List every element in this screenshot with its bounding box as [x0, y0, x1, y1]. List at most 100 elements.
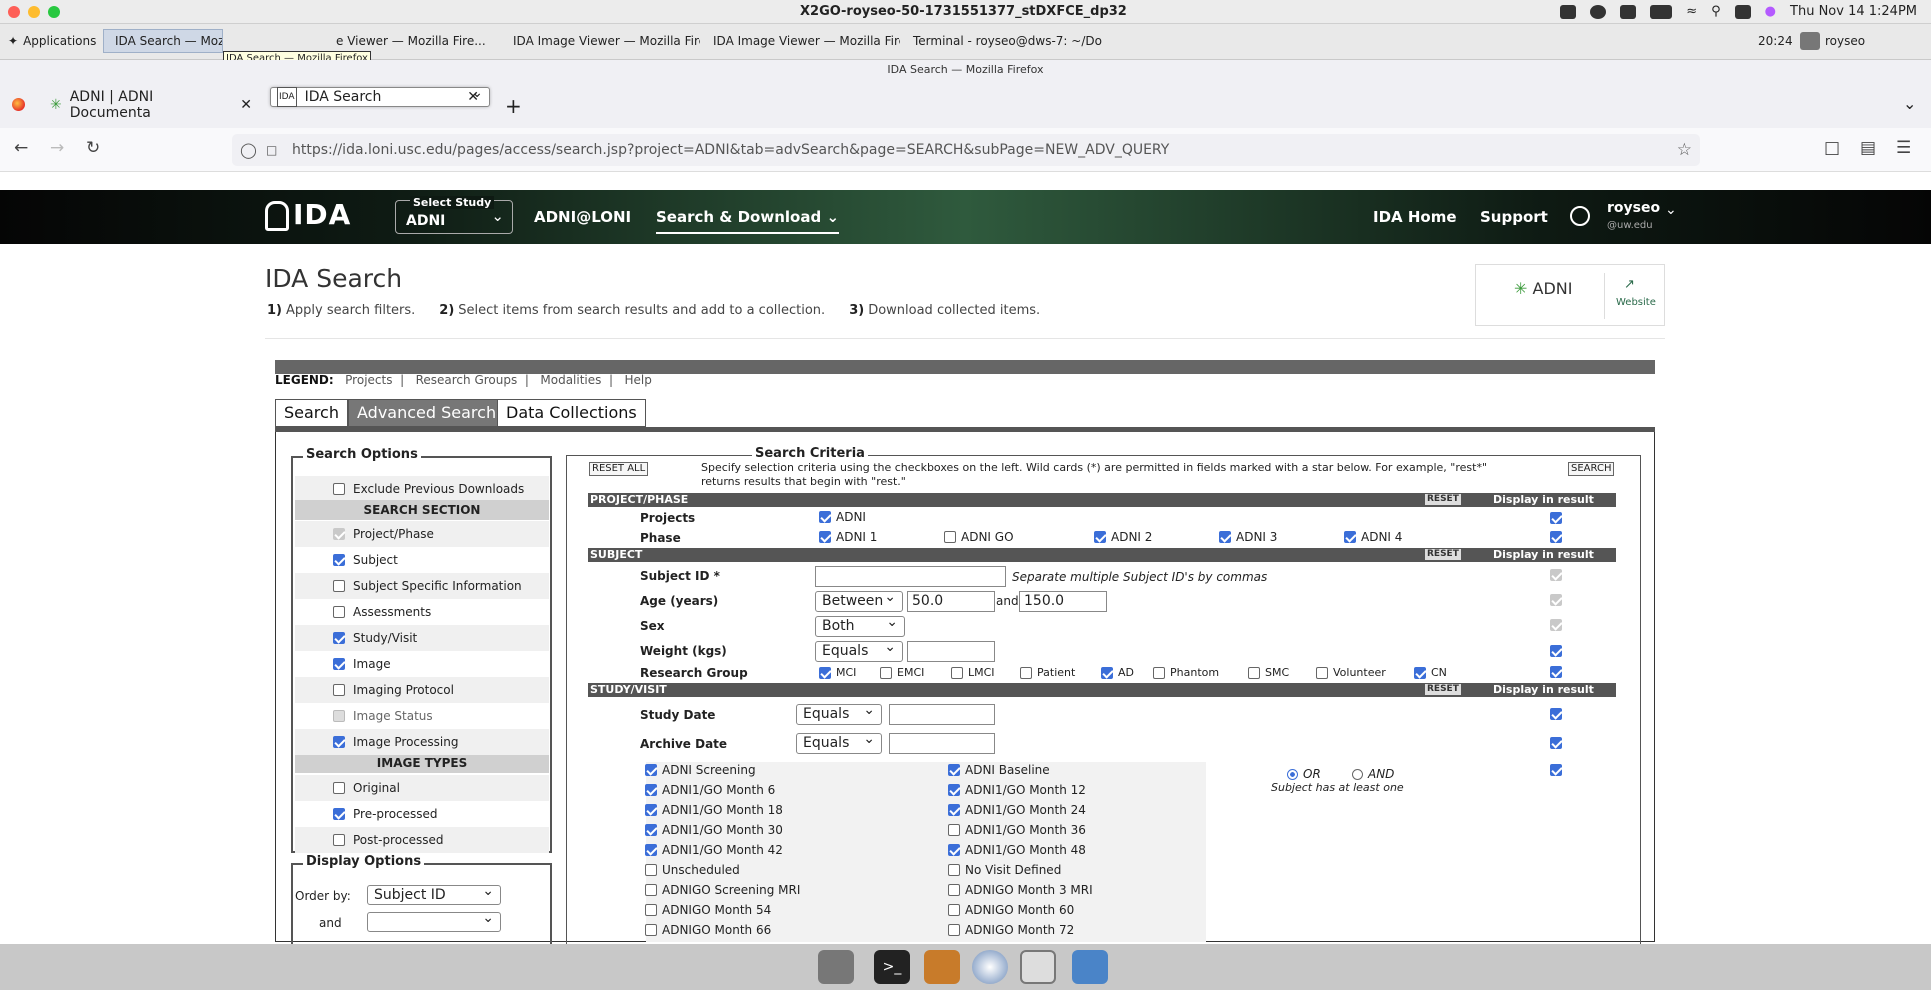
checkbox[interactable]	[645, 884, 657, 896]
section-7[interactable]: Image Status	[295, 703, 549, 729]
tab-data-collections[interactable]: Data Collections	[497, 399, 646, 427]
close-window-icon[interactable]	[8, 6, 20, 18]
back-icon[interactable]: ←	[14, 138, 28, 158]
archive-date-input[interactable]	[889, 733, 995, 754]
order-by-select[interactable]: Subject ID	[367, 882, 501, 905]
legend-research-groups[interactable]: Research Groups	[416, 373, 518, 387]
lock-icon[interactable]: □	[266, 134, 277, 166]
project-adni[interactable]: ADNI	[819, 510, 866, 524]
display-in-result-checkbox[interactable]	[1550, 594, 1562, 606]
checkbox[interactable]	[948, 884, 960, 896]
checkbox[interactable]	[333, 580, 345, 592]
checkbox[interactable]	[333, 658, 345, 670]
reset-button[interactable]: RESET	[1425, 684, 1461, 695]
study-date-input[interactable]	[889, 704, 995, 725]
checkbox[interactable]	[1414, 666, 1426, 679]
checkbox[interactable]	[333, 782, 345, 794]
checkbox[interactable]	[645, 864, 657, 876]
checkbox[interactable]	[645, 784, 657, 796]
image-type-2[interactable]: Post-processed	[295, 827, 549, 853]
research-group-4[interactable]: AD	[1101, 666, 1134, 679]
checkbox[interactable]	[1153, 666, 1165, 679]
section-1[interactable]: Subject	[295, 547, 549, 573]
study-date-operator-select[interactable]: Equals	[796, 701, 882, 725]
menu-icon[interactable]: ☰	[1896, 138, 1911, 158]
checkbox[interactable]	[948, 844, 960, 856]
folder-icon[interactable]	[1072, 950, 1108, 984]
drive-icon[interactable]	[818, 950, 854, 984]
age-operator-select[interactable]: Between	[815, 588, 903, 612]
adni-website-box[interactable]: ✳ ADNI ↗ Website	[1475, 264, 1665, 326]
checkbox[interactable]	[645, 804, 657, 816]
checkbox[interactable]	[1316, 666, 1328, 679]
checkbox[interactable]	[819, 531, 831, 543]
image-type-1[interactable]: Pre-processed	[295, 801, 549, 827]
visit-0-1[interactable]: ADNI1/GO Month 6	[645, 783, 775, 797]
visit-0-0[interactable]: ADNI Screening	[645, 763, 756, 777]
visit-1-3[interactable]: ADNI1/GO Month 36	[948, 823, 1086, 837]
extensions-icon[interactable]: ▤	[1860, 138, 1876, 158]
checkbox[interactable]	[645, 844, 657, 856]
checkbox[interactable]	[333, 834, 345, 846]
url-bar[interactable]: ◯ □ https://ida.loni.usc.edu/pages/acces…	[232, 134, 1700, 166]
visit-1-0[interactable]: ADNI Baseline	[948, 763, 1050, 777]
tab-search[interactable]: Search	[275, 399, 348, 427]
checkbox[interactable]	[948, 904, 960, 916]
select-study-dropdown[interactable]: Select Study ADNI ⌄	[395, 196, 513, 234]
order-by-secondary-select[interactable]	[367, 909, 501, 932]
phase-4[interactable]: ADNI 4	[1344, 530, 1402, 544]
radio-or[interactable]: OR	[1287, 767, 1321, 781]
nav-ida-home[interactable]: IDA Home	[1373, 208, 1457, 226]
checkbox[interactable]	[1344, 531, 1356, 543]
keyboard-input-icon[interactable]	[1620, 4, 1637, 19]
archive-date-operator-select[interactable]: Equals	[796, 730, 882, 754]
close-tab-icon[interactable]: ✕	[467, 88, 479, 106]
battery-icon[interactable]	[1650, 4, 1673, 19]
research-group-0[interactable]: MCI	[819, 666, 856, 679]
phase-3[interactable]: ADNI 3	[1219, 530, 1277, 544]
search-icon[interactable]: ⚲	[1711, 4, 1721, 19]
section-0[interactable]: Project/Phase	[295, 521, 549, 547]
search-button[interactable]: SEARCH	[1568, 462, 1615, 476]
research-group-1[interactable]: EMCI	[880, 666, 924, 679]
legend-help[interactable]: Help	[625, 373, 652, 387]
tab-advanced-search[interactable]: Advanced Search	[348, 399, 506, 427]
checkbox[interactable]	[645, 764, 657, 776]
new-tab-icon[interactable]: +	[505, 94, 522, 118]
legend-modalities[interactable]: Modalities	[540, 373, 601, 387]
visit-1-4[interactable]: ADNI1/GO Month 48	[948, 843, 1086, 857]
visit-0-5[interactable]: Unscheduled	[645, 863, 740, 877]
nav-adni-loni[interactable]: ADNI@LONI	[534, 208, 631, 226]
terminal-icon[interactable]: >_	[874, 950, 910, 984]
visit-0-8[interactable]: ADNIGO Month 66	[645, 923, 771, 937]
checkbox[interactable]	[333, 684, 345, 696]
visit-1-2[interactable]: ADNI1/GO Month 24	[948, 803, 1086, 817]
checkbox[interactable]	[1020, 666, 1032, 679]
task-image-viewer-1[interactable]: e Viewer — Mozilla Fire...	[330, 29, 500, 53]
status-icon[interactable]	[1560, 4, 1577, 19]
minimize-window-icon[interactable]	[28, 6, 40, 18]
checkbox[interactable]	[333, 483, 345, 495]
research-group-6[interactable]: SMC	[1248, 666, 1289, 679]
checkbox[interactable]	[944, 531, 956, 543]
display-in-result-checkbox[interactable]	[1550, 708, 1562, 720]
reset-button[interactable]: RESET	[1425, 494, 1461, 505]
globe-icon[interactable]	[972, 950, 1008, 984]
display-in-result-checkbox[interactable]	[1550, 569, 1562, 581]
bookmark-star-icon[interactable]: ☆	[1677, 134, 1692, 166]
task-image-viewer-2[interactable]: IDA Image Viewer — Mozilla Fire...	[502, 29, 700, 53]
checkbox[interactable]	[333, 606, 345, 618]
checkbox[interactable]	[819, 666, 831, 679]
checkbox[interactable]	[948, 924, 960, 936]
sex-select[interactable]: Both	[815, 613, 905, 637]
display-in-result-checkbox[interactable]	[1550, 619, 1562, 631]
display-in-result-checkbox[interactable]	[1550, 764, 1562, 776]
archive-icon[interactable]	[924, 950, 960, 984]
display-in-result-checkbox[interactable]	[1550, 666, 1562, 678]
image-type-0[interactable]: Original	[295, 775, 549, 801]
applications-menu[interactable]: ✦ Applications	[2, 29, 102, 53]
checkbox[interactable]	[951, 666, 963, 679]
nav-support[interactable]: Support	[1480, 208, 1548, 226]
checkbox[interactable]	[880, 666, 892, 679]
website-link[interactable]: Website	[1616, 297, 1656, 308]
